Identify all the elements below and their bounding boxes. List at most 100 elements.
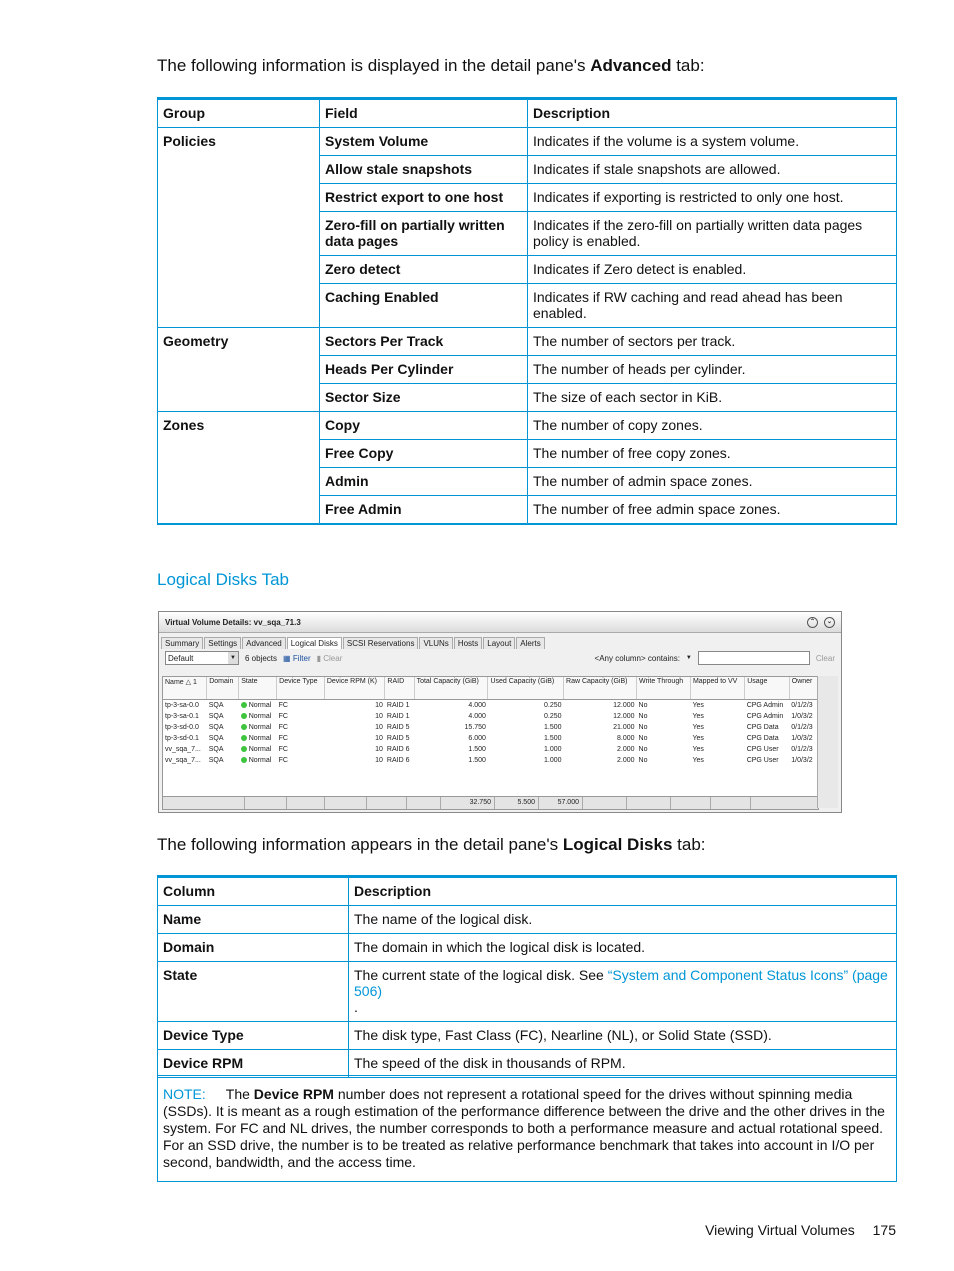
view-select-value: Default bbox=[168, 653, 194, 663]
grid-cell: 0/1/2/3 bbox=[791, 724, 813, 731]
grid-cell: tp-3-sd-0.0 bbox=[165, 724, 199, 731]
table-row: Allow stale snapshots Indicates if stale … bbox=[157, 155, 897, 184]
description-cell: The number of free copy zones. bbox=[527, 439, 897, 468]
tab-advanced[interactable]: Advanced bbox=[242, 637, 286, 649]
group-cell bbox=[157, 183, 320, 212]
vertical-scrollbar[interactable] bbox=[817, 676, 838, 808]
grid-cell: 4.000 bbox=[468, 713, 486, 720]
intro-bold: Advanced bbox=[590, 56, 672, 75]
status-normal-icon bbox=[240, 746, 247, 753]
grid-cell: FC bbox=[278, 724, 288, 731]
grid-row[interactable]: tp-3-sd-0.0 SQA Normal FC 10 RAID 5 15.750 1.50… bbox=[163, 722, 818, 733]
grid-row[interactable]: tp-3-sd-0.1 SQA Normal FC 10 RAID 5 6.000 1.500… bbox=[163, 733, 818, 744]
intro-text-after: tab: bbox=[672, 835, 706, 854]
tab-logical-disks[interactable]: Logical Disks bbox=[286, 637, 342, 649]
tab-alerts[interactable]: Alerts bbox=[516, 637, 545, 649]
column-header[interactable]: Total Capacity (GiB) bbox=[414, 677, 489, 700]
clear-button[interactable]: ▮ Clear bbox=[317, 654, 343, 663]
column-header[interactable]: RAID bbox=[384, 677, 415, 700]
status-normal-icon bbox=[240, 713, 247, 720]
table-row: Admin The number of admin space zones. bbox=[157, 467, 897, 496]
group-cell bbox=[157, 283, 320, 328]
column-header[interactable]: Write Through bbox=[636, 677, 691, 700]
grid-cell: 0.250 bbox=[543, 702, 562, 709]
status-normal-icon bbox=[240, 702, 247, 709]
column-header[interactable]: Device Type bbox=[276, 677, 325, 700]
column-filter-dropdown-icon[interactable]: ▼ bbox=[686, 655, 692, 661]
grid-row[interactable]: vv_sqa_7... SQA Normal FC 10 RAID 6 1.500 1.000… bbox=[163, 744, 818, 755]
description-cell: The speed of the disk in thousands of RP… bbox=[348, 1049, 897, 1078]
grid-cell: Yes bbox=[692, 735, 704, 742]
grid-cell: No bbox=[638, 746, 648, 753]
tab-vluns[interactable]: VLUNs bbox=[419, 637, 453, 649]
tab-summary[interactable]: Summary bbox=[161, 637, 204, 649]
grid-row[interactable]: tp-3-sa-0.0 SQA Normal FC 10 RAID 1 4.000 0.250… bbox=[163, 700, 818, 712]
section-title[interactable]: Logical Disks Tab bbox=[157, 570, 289, 590]
grid-row[interactable]: vv_sqa_7... SQA Normal FC 10 RAID 6 1.500 1.000… bbox=[163, 755, 818, 766]
status-normal-icon bbox=[240, 735, 247, 742]
tab-hosts[interactable]: Hosts bbox=[453, 637, 483, 649]
collapse-icon[interactable]: ⌃ bbox=[807, 616, 818, 628]
search-input[interactable] bbox=[697, 651, 810, 665]
grid-cell: tp-3-sa-0.1 bbox=[165, 713, 199, 720]
column-header[interactable]: Raw Capacity (GiB) bbox=[563, 677, 638, 700]
table-row: Caching Enabled Indicates if RW caching a… bbox=[157, 283, 897, 328]
grid-cell: 4.000 bbox=[468, 702, 486, 709]
table-row: Device RPM The speed of the disk in thous… bbox=[157, 1049, 897, 1078]
field-cell: Restrict export to one host bbox=[319, 183, 528, 212]
group-cell bbox=[157, 439, 320, 468]
filter-button[interactable]: ▦ Filter bbox=[283, 654, 311, 663]
grid-cell: 1.500 bbox=[468, 757, 486, 764]
grid-cell: 10 bbox=[375, 702, 383, 709]
state-label: Normal bbox=[248, 724, 272, 731]
grid-row[interactable]: tp-3-sa-0.1 SQA Normal FC 10 RAID 1 4.000 0.250… bbox=[163, 711, 818, 722]
grid-cell: RAID 1 bbox=[386, 713, 410, 720]
tab-layout[interactable]: Layout bbox=[483, 637, 516, 649]
column-filter-label[interactable]: <Any column> contains: bbox=[595, 654, 680, 663]
grid-cell: Yes bbox=[692, 746, 704, 753]
table-row: Zones Copy The number of copy zones. bbox=[157, 411, 897, 440]
grid-cell: 8.000 bbox=[616, 735, 635, 742]
column-header[interactable]: Name △ 1 bbox=[163, 677, 208, 700]
search-clear-button[interactable]: Clear bbox=[816, 654, 835, 663]
column-header[interactable]: Used Capacity (GiB) bbox=[487, 677, 565, 700]
grid-cell: 10 bbox=[375, 757, 383, 764]
description-cell: Indicates if stale snapshots are allowed… bbox=[527, 155, 897, 184]
table-row: State The current state of the logical di… bbox=[157, 961, 897, 1022]
grid-cell: Normal bbox=[239, 700, 277, 712]
description-cell: The disk type, Fast Class (FC), Nearline… bbox=[348, 1021, 897, 1050]
tab-scsi-reservations[interactable]: SCSI Reservations bbox=[342, 637, 419, 649]
column-header[interactable]: Mapped to VV bbox=[690, 677, 746, 700]
grid-cell: CPG User bbox=[746, 757, 779, 764]
state-label: Normal bbox=[248, 757, 272, 764]
grid-cell: SQA bbox=[208, 757, 224, 764]
grid-cell: Normal bbox=[239, 711, 277, 722]
grid-cell: 0/1/2/3 bbox=[791, 746, 813, 753]
grid-cell: Normal bbox=[239, 755, 277, 766]
group-cell: Geometry bbox=[157, 327, 320, 356]
field-cell: System Volume bbox=[319, 127, 528, 156]
column-header[interactable]: Device RPM (K) bbox=[324, 677, 386, 700]
description-cell: Indicates if the zero-fill on partially … bbox=[527, 211, 897, 256]
field-cell: Zero detect bbox=[319, 255, 528, 284]
grid-cell: Yes bbox=[692, 757, 704, 764]
column-header[interactable]: State bbox=[238, 677, 278, 700]
view-select[interactable]: Default ▼ bbox=[165, 651, 239, 665]
description-cell: The name of the logical disk. bbox=[348, 905, 897, 934]
grid-cell: 2.000 bbox=[616, 757, 635, 764]
grid-cell: 10 bbox=[375, 735, 383, 742]
description-text: The current state of the logical disk. S… bbox=[354, 967, 608, 983]
grid-cell: CPG Data bbox=[746, 735, 779, 742]
state-label: Normal bbox=[248, 735, 272, 742]
column-header[interactable]: Usage bbox=[744, 677, 790, 700]
grid-cell: 12.000 bbox=[613, 702, 635, 709]
column-header[interactable]: Domain bbox=[206, 677, 240, 700]
grid-cell: RAID 1 bbox=[386, 702, 410, 709]
tab-settings[interactable]: Settings bbox=[204, 637, 242, 649]
expand-icon[interactable]: ⌄ bbox=[824, 616, 835, 628]
grid-cell: No bbox=[638, 713, 648, 720]
column-header[interactable]: Owner bbox=[789, 677, 819, 700]
grid-cell: 1.000 bbox=[543, 746, 562, 753]
grid-cell: No bbox=[638, 724, 648, 731]
grid-cell: 15.750 bbox=[464, 724, 486, 731]
